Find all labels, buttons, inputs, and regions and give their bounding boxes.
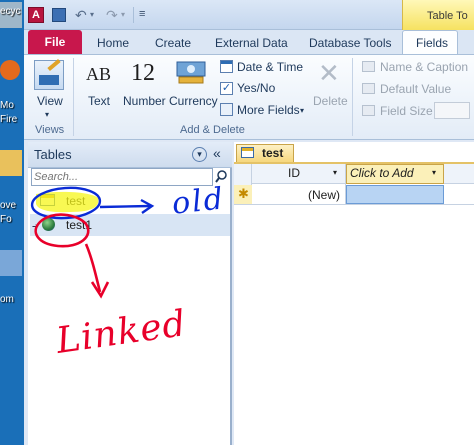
annotation-overlay bbox=[30, 186, 155, 299]
old-arrow bbox=[99, 204, 151, 209]
highlight-stroke bbox=[36, 191, 99, 213]
annotation-old-text: old bbox=[170, 181, 227, 222]
